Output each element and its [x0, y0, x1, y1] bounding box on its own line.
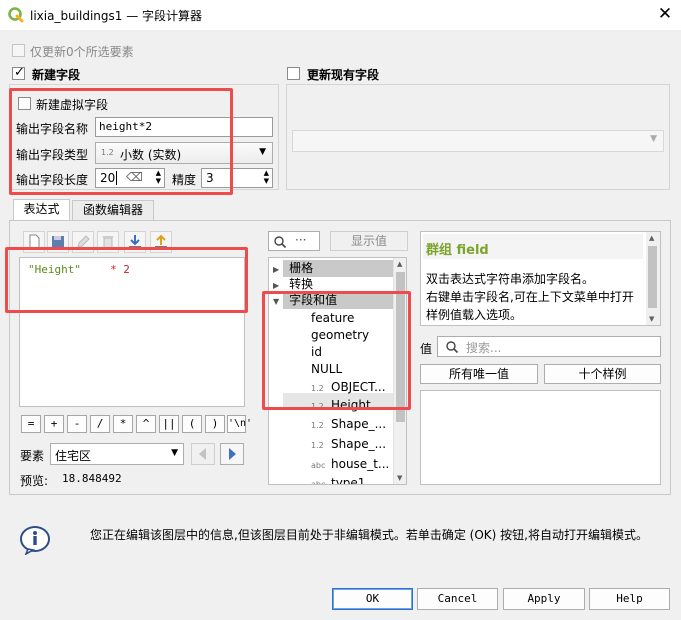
tree-item[interactable]: abc house_t... — [311, 456, 389, 473]
all-unique-button[interactable]: 所有唯一值 — [420, 364, 538, 384]
preview-label: 预览: — [20, 474, 49, 488]
operator-power-button[interactable]: ^ — [136, 415, 156, 433]
search-icon — [446, 341, 459, 354]
decimal-type-icon: 1.2 — [311, 441, 324, 450]
title-bar: lixia_buildings1 — 字段计算器 ✕ — [0, 0, 681, 30]
spin-arrows-icon[interactable]: ▲ ▼ — [264, 169, 269, 185]
help-button[interactable]: Help — [589, 588, 670, 610]
values-search-placeholder: 搜索... — [466, 341, 502, 355]
previous-feature-button[interactable] — [191, 443, 215, 465]
operator-multiply-button[interactable]: * — [113, 415, 133, 433]
scrollbar-thumb[interactable] — [648, 246, 657, 308]
scroll-down-icon[interactable]: ▼ — [397, 474, 402, 482]
info-message: 您正在编辑该图层中的信息,但该图层目前处于非编辑模式。若单击确定 (OK) 按钮… — [90, 528, 648, 542]
apply-button[interactable]: Apply — [503, 588, 585, 610]
close-icon[interactable]: ✕ — [654, 3, 676, 25]
next-feature-button[interactable] — [220, 443, 244, 465]
tab-function-editor[interactable]: 函数编辑器 — [72, 200, 154, 221]
qgis-logo-icon — [8, 7, 24, 23]
chevron-down-icon: ▼ — [171, 448, 178, 458]
existing-field-combobox[interactable]: ▼ — [292, 130, 664, 152]
search-placeholder: ··· — [295, 233, 307, 247]
highlight-box-expression — [5, 247, 248, 313]
only-selected-label: 仅更新0个所选要素 — [30, 45, 134, 59]
scroll-down-icon[interactable]: ▼ — [649, 315, 654, 323]
preview-value: 18.848492 — [62, 472, 122, 485]
feature-value: 住宅区 — [55, 449, 92, 463]
ok-button[interactable]: OK — [332, 588, 413, 610]
ten-samples-button[interactable]: 十个样例 — [544, 364, 661, 384]
create-field-label: 新建字段 — [32, 68, 81, 82]
function-search-input[interactable]: ··· — [268, 231, 320, 251]
help-line: 双击表达式字符串添加字段名。 — [426, 272, 595, 286]
scroll-up-icon[interactable]: ▲ — [649, 234, 654, 242]
decimal-type-icon: 1.2 — [311, 421, 324, 430]
values-list[interactable] — [420, 390, 661, 485]
show-values-button[interactable]: 显示值 — [330, 231, 408, 251]
operator-equals-button[interactable]: = — [21, 415, 41, 433]
values-label: 值 — [420, 342, 433, 356]
window-title: lixia_buildings1 — 字段计算器 — [30, 9, 203, 23]
highlight-box-fields — [262, 291, 411, 410]
chevron-down-icon: ▼ — [259, 147, 266, 157]
operator-close-paren-button[interactable]: ) — [205, 415, 225, 433]
operator-minus-button[interactable]: - — [67, 415, 87, 433]
tree-item[interactable]: 1.2 Shape_... — [311, 436, 386, 453]
operator-concat-button[interactable]: || — [159, 415, 179, 433]
update-field-checkbox[interactable] — [287, 67, 300, 80]
operator-open-paren-button[interactable]: ( — [182, 415, 202, 433]
operator-plus-button[interactable]: + — [44, 415, 64, 433]
tree-group-raster[interactable]: ▶ 栅格 — [273, 260, 313, 277]
info-icon — [20, 526, 50, 555]
text-type-icon: abc — [311, 480, 326, 485]
help-title: 群组 field — [426, 243, 489, 258]
operator-newline-button[interactable]: '\n' — [227, 415, 252, 433]
tree-item[interactable]: 1.2 Shape_... — [311, 416, 386, 433]
chevron-down-icon: ▼ — [650, 134, 657, 144]
help-panel: 群组 field 双击表达式字符串添加字段名。 右键单击字段名,可在上下文菜单中… — [420, 231, 661, 326]
operator-divide-button[interactable]: / — [90, 415, 110, 433]
tree-item[interactable]: abc type1 — [311, 475, 365, 485]
tab-expression[interactable]: 表达式 — [13, 199, 70, 221]
only-selected-checkbox[interactable] — [12, 44, 25, 57]
help-scrollbar[interactable]: ▲ ▼ — [646, 232, 660, 325]
create-field-checkbox[interactable] — [12, 65, 25, 80]
update-field-label: 更新现有字段 — [307, 68, 380, 82]
feature-label: 要素 — [20, 449, 45, 463]
feature-combobox[interactable]: 住宅区 ▼ — [50, 443, 184, 465]
search-icon — [274, 236, 287, 249]
help-line: 右键单击字段名,可在上下文菜单中打开样例值载入选项。 — [426, 290, 634, 322]
help-body: 双击表达式字符串添加字段名。 右键单击字段名,可在上下文菜单中打开样例值载入选项… — [426, 270, 644, 324]
values-search-input[interactable]: 搜索... — [437, 336, 661, 357]
cancel-button[interactable]: Cancel — [417, 588, 498, 610]
scroll-up-icon[interactable]: ▲ — [397, 260, 402, 268]
highlight-box-output-settings — [9, 88, 233, 195]
text-type-icon: abc — [311, 461, 326, 470]
